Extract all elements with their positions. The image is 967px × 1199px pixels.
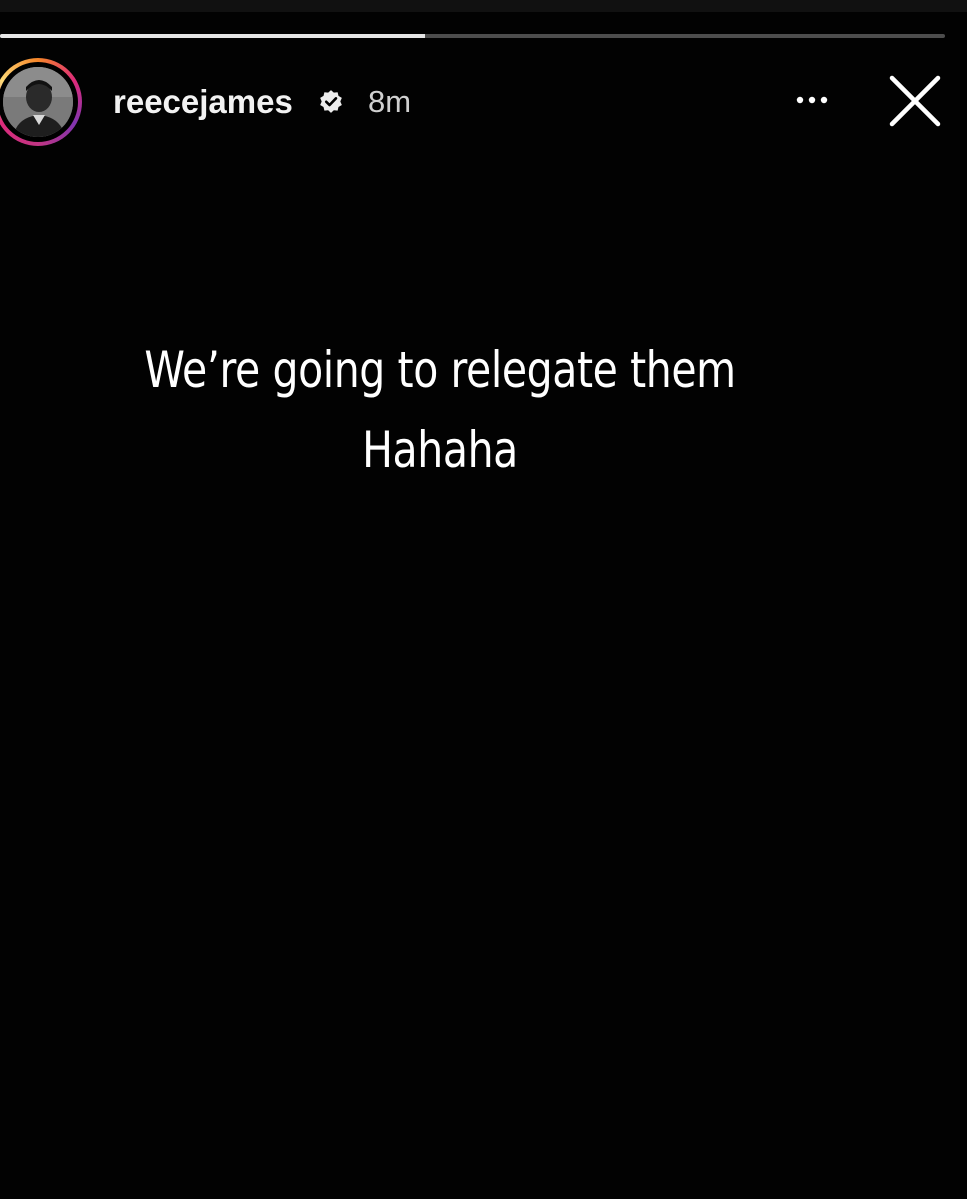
more-options-button[interactable]	[786, 85, 838, 115]
story-viewer[interactable]: reecejames 8m We’re going to relegate th…	[0, 0, 967, 1199]
story-progress-bar	[0, 34, 945, 38]
close-button[interactable]	[884, 70, 946, 132]
story-progress-fill	[0, 34, 426, 38]
caption-line: Hahaha	[362, 421, 518, 479]
avatar-story-ring[interactable]	[0, 58, 82, 146]
avatar[interactable]	[3, 67, 73, 137]
caption-line: We’re going to relegate them	[144, 341, 736, 399]
close-icon	[889, 75, 941, 127]
story-caption: We’re going to relegate them Hahaha	[128, 330, 751, 490]
top-edge	[0, 0, 967, 12]
username[interactable]: reecejames	[113, 84, 293, 120]
story-timestamp: 8m	[368, 84, 412, 119]
avatar-image	[3, 67, 73, 137]
verified-badge-icon	[320, 90, 342, 113]
more-options-icon	[796, 96, 828, 104]
